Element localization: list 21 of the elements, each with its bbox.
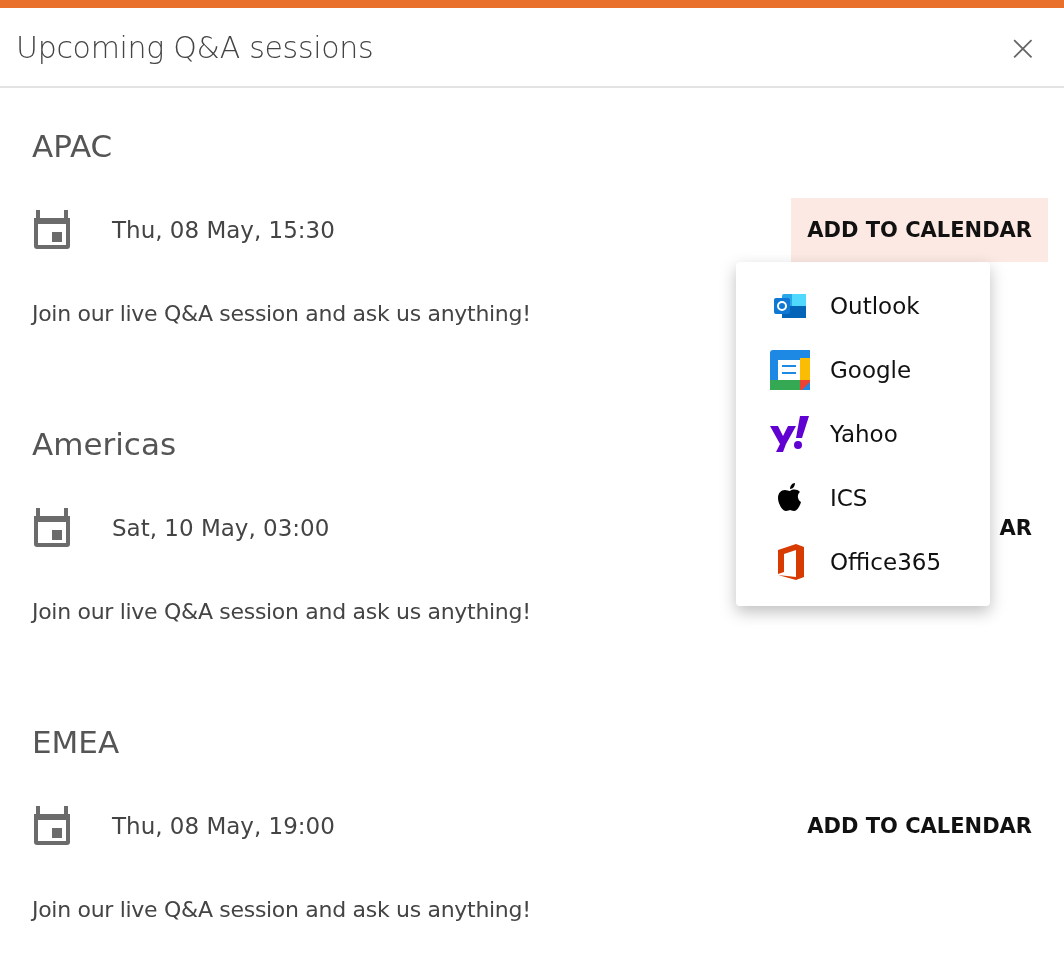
exclamation-logo-icon bbox=[770, 414, 810, 454]
menu-item[interactable]: Outlook bbox=[736, 274, 990, 338]
session-description: Join our live Q&A session and ask us anything! bbox=[32, 300, 531, 328]
calendar-icon bbox=[32, 806, 72, 846]
add-to-calendar-button[interactable]: ADD TO CALENDAR bbox=[791, 794, 1048, 858]
menu-item[interactable]: Yahoo bbox=[736, 402, 990, 466]
session-date: Thu, 08 May, 15:30 bbox=[112, 217, 335, 243]
session-date: Sat, 10 May, 03:00 bbox=[112, 515, 330, 541]
session-date: Thu, 08 May, 19:00 bbox=[112, 813, 335, 839]
close-button[interactable]: × bbox=[1003, 26, 1042, 68]
calendar-icon bbox=[32, 508, 72, 548]
calendar-app-icon bbox=[770, 350, 810, 390]
menu-item[interactable]: Google bbox=[736, 338, 990, 402]
session-description: Join our live Q&A session and ask us anything! bbox=[32, 598, 531, 626]
region-heading: APAC bbox=[32, 127, 113, 166]
dialog-title: Upcoming Q&A sessions bbox=[16, 29, 374, 65]
add-to-calendar-button[interactable]: ADD TO CALENDAR bbox=[791, 198, 1048, 262]
session-description: Join our live Q&A session and ask us anything! bbox=[32, 896, 531, 924]
region-heading: Americas bbox=[32, 425, 177, 464]
region-heading: EMEA bbox=[32, 723, 120, 762]
calendar-icon bbox=[32, 210, 72, 250]
